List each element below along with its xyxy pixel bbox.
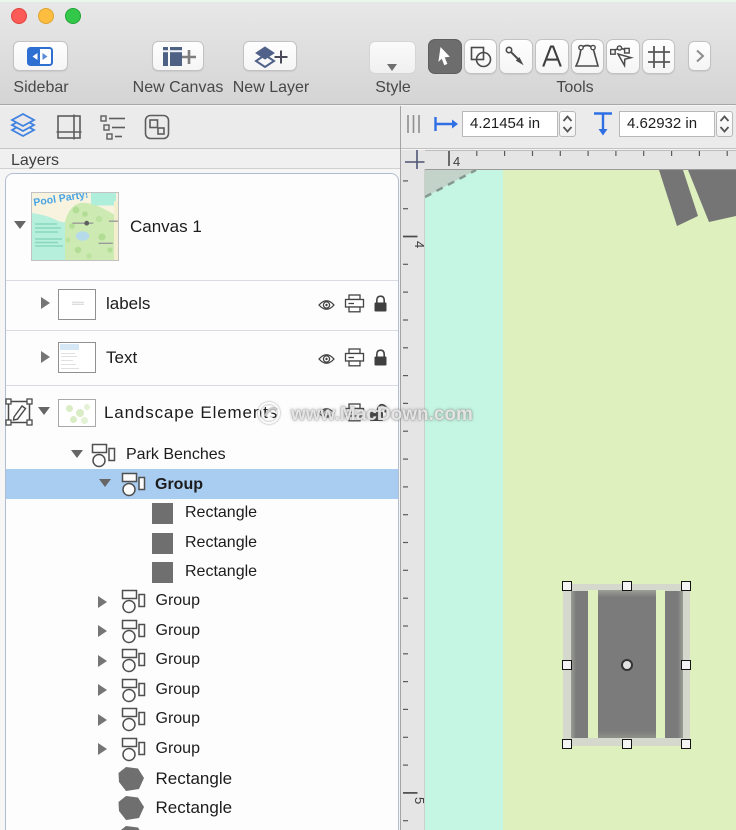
svg-text:4: 4 (453, 154, 460, 169)
